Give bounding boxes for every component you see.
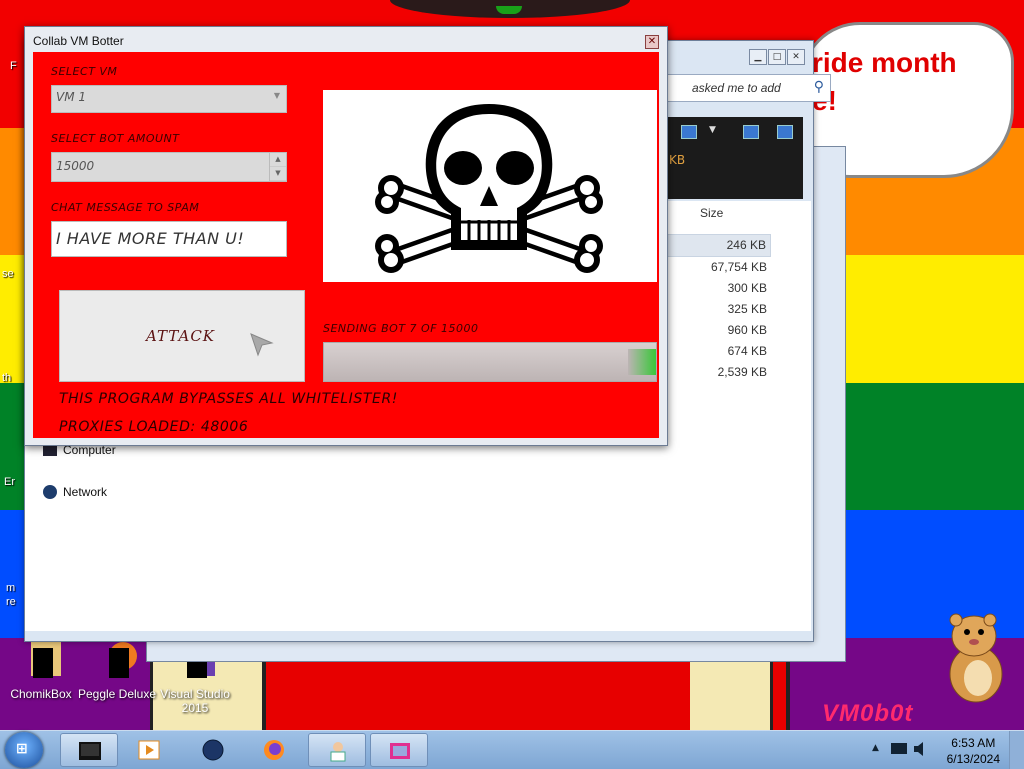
- wallpaper-drawing: [690, 660, 773, 730]
- explorer-toolbar: ▼ KB: [665, 117, 803, 199]
- speech-bubble-line: e!: [812, 82, 972, 120]
- desktop-icon-chomikbox[interactable]: ChomikBox: [0, 640, 82, 701]
- proxies-loaded-text: PROXIES LOADED: 48006: [59, 419, 249, 435]
- media-player-icon: [138, 740, 160, 760]
- desktop-icon-label-fragment: m: [6, 582, 16, 594]
- network-icon[interactable]: [890, 741, 908, 757]
- search-input[interactable]: asked me to add ⚲: [665, 74, 831, 102]
- globe-icon: [202, 739, 224, 761]
- select-vm-dropdown[interactable]: VM 1 ▼: [51, 85, 287, 113]
- chat-message-label: CHAT MESSAGE TO SPAM: [51, 201, 200, 214]
- attack-button[interactable]: ATTACK: [59, 290, 305, 382]
- stepper-up-icon[interactable]: ▲: [270, 153, 286, 167]
- bot-amount-label: SELECT BOT AMOUNT: [51, 132, 180, 145]
- stepper-down-icon[interactable]: ▼: [270, 167, 286, 181]
- file-size-cell[interactable]: 960 KB: [665, 320, 771, 341]
- progress-fill: [324, 343, 656, 381]
- select-vm-value: VM 1: [56, 90, 87, 104]
- desktop-icon-label: 2015: [181, 701, 209, 715]
- windows-logo-icon: ⊞: [16, 741, 28, 757]
- volume-icon[interactable]: [912, 741, 928, 757]
- chevron-up-icon[interactable]: ▲: [872, 743, 879, 753]
- file-size-cell[interactable]: 300 KB: [665, 278, 771, 299]
- taskbar-button-media-player[interactable]: [120, 733, 178, 767]
- skull-and-crossbones-icon: [375, 104, 603, 273]
- cursor-arrow-icon: [250, 333, 274, 357]
- desktop-icon-label-fragment: se: [2, 268, 14, 280]
- clock[interactable]: 6:53 AM 6/13/2024: [947, 735, 1000, 767]
- system-tray: ▲ 6:53 AM 6/13/2024: [864, 731, 1024, 769]
- bot-amount-stepper[interactable]: 15000 ▲ ▼: [51, 152, 287, 182]
- size-column: 246 KB 67,754 KB 300 KB 325 KB 960 KB 67…: [665, 234, 771, 383]
- clock-time: 6:53 AM: [951, 736, 996, 750]
- chevron-down-icon[interactable]: ▼: [709, 125, 716, 135]
- bot-amount-value: 15000: [56, 159, 95, 173]
- maximize-icon[interactable]: □: [768, 49, 786, 65]
- desktop-icon-label: Visual Studio: [160, 687, 230, 701]
- progress-indicator: [628, 349, 656, 375]
- taskbar-button-globe[interactable]: [184, 733, 242, 767]
- network-icon: [43, 485, 57, 499]
- nav-item-network[interactable]: Network: [43, 485, 107, 499]
- window-controls: ▁ □ ✕: [749, 49, 805, 65]
- search-icon[interactable]: ⚲: [814, 79, 824, 95]
- desktop-icon-label-fragment: re: [6, 596, 16, 608]
- close-icon[interactable]: ✕: [645, 35, 659, 49]
- select-vm-label: SELECT VM: [51, 65, 118, 78]
- chat-message-value: I HAVE MORE THAN U!: [56, 229, 245, 248]
- taskbar-button-terminal[interactable]: [60, 733, 118, 767]
- skull-image: [323, 90, 657, 282]
- show-desktop-button[interactable]: [1009, 731, 1024, 769]
- chomikbox-icon: [31, 642, 61, 678]
- attack-button-label: ATTACK: [146, 327, 215, 345]
- nav-item-label: Network: [63, 485, 108, 499]
- stepper-buttons: ▲ ▼: [269, 153, 286, 181]
- wallpaper-top-dot: [496, 6, 522, 14]
- desktop-icon-label-fragment: F: [10, 60, 17, 72]
- start-button[interactable]: ⊞: [5, 732, 43, 768]
- peggle-icon: [109, 642, 137, 678]
- taskbar-button-user[interactable]: [308, 733, 366, 767]
- file-size-cell[interactable]: 2,539 KB: [665, 362, 771, 383]
- close-icon[interactable]: ✕: [787, 49, 805, 65]
- speech-bubble-line: ride month: [812, 47, 957, 78]
- chevron-down-icon[interactable]: ▼: [274, 91, 280, 100]
- wallpaper-signature: VM0b0t: [822, 700, 914, 727]
- progress-bar: [323, 342, 657, 382]
- desktop-icon-label-fragment: th: [2, 372, 12, 384]
- column-header-size[interactable]: Size: [700, 206, 723, 220]
- folder-icon[interactable]: [743, 125, 759, 139]
- clock-date: 6/13/2024: [946, 752, 1000, 766]
- terminal-icon: [79, 742, 101, 760]
- toolbar-text-fragment: KB: [669, 153, 686, 167]
- taskbar-button-paint[interactable]: [370, 733, 428, 767]
- minimize-icon[interactable]: ▁: [749, 49, 767, 65]
- folder-icon[interactable]: [777, 125, 793, 139]
- bot-panel: SELECT VM VM 1 ▼ SELECT BOT AMOUNT 15000…: [33, 52, 659, 438]
- taskbar-button-firefox[interactable]: [245, 733, 303, 767]
- desktop-icon-label: ChomikBox: [10, 687, 72, 701]
- paint-icon: [390, 743, 410, 759]
- collab-vm-botter-window[interactable]: Collab VM Botter ✕ SELECT VM VM 1 ▼ SELE…: [24, 26, 668, 446]
- file-size-cell[interactable]: 325 KB: [665, 299, 771, 320]
- taskbar: ⊞ ▲ 6:53 AM 6/13/2024: [0, 730, 1024, 769]
- firefox-icon: [264, 740, 284, 760]
- file-size-cell[interactable]: 674 KB: [665, 341, 771, 362]
- desktop-icon-label: Peggle Deluxe: [77, 687, 157, 701]
- file-size-cell[interactable]: 246 KB: [665, 234, 771, 257]
- desktop-icon-label-fragment: Er: [4, 476, 15, 488]
- window-title: Collab VM Botter: [33, 34, 124, 48]
- status-text: SENDING BOT 7 OF 15000: [323, 322, 479, 335]
- search-placeholder: asked me to add: [692, 81, 781, 95]
- file-size-cell[interactable]: 67,754 KB: [665, 257, 771, 278]
- warning-text: THIS PROGRAM BYPASSES ALL WHITELISTER!: [59, 391, 398, 407]
- chat-message-input[interactable]: I HAVE MORE THAN U!: [51, 221, 287, 257]
- folder-icon[interactable]: [681, 125, 697, 139]
- user-icon: [330, 742, 346, 762]
- hamster-image: [949, 613, 1003, 703]
- speech-bubble-text: ride month e!: [812, 44, 972, 120]
